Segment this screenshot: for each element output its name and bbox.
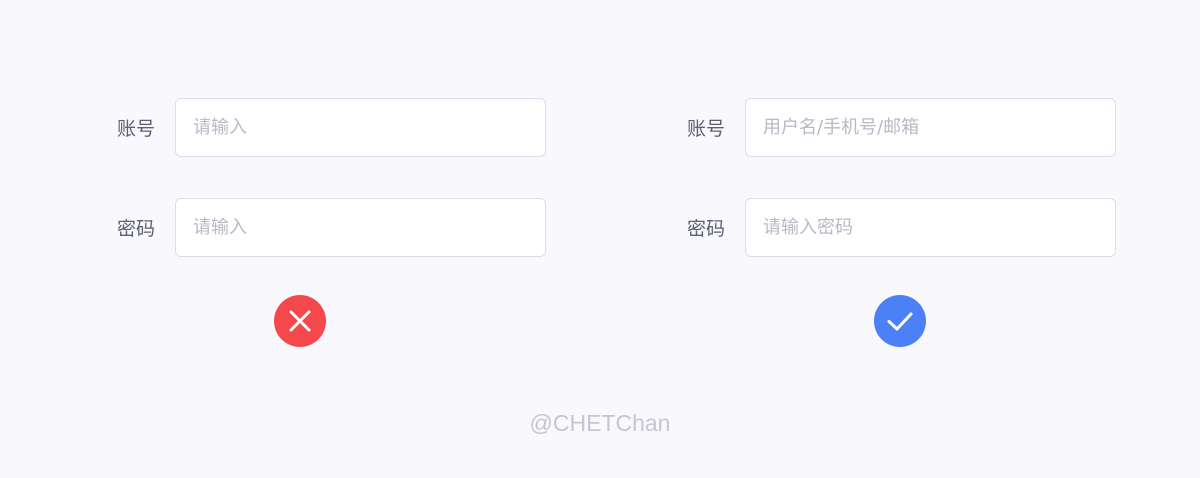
right-badge bbox=[874, 295, 926, 347]
bad-account-label: 账号 bbox=[116, 118, 155, 140]
good-account-label: 账号 bbox=[686, 118, 725, 140]
bad-password-label: 密码 bbox=[116, 218, 155, 240]
bad-password-input[interactable] bbox=[175, 198, 546, 257]
wrong-badge bbox=[274, 295, 326, 347]
author-credit: @CHETChan bbox=[529, 410, 671, 436]
good-account-input[interactable] bbox=[745, 98, 1116, 157]
bad-account-input[interactable] bbox=[175, 98, 546, 157]
close-icon bbox=[289, 310, 311, 332]
check-icon bbox=[887, 312, 913, 331]
good-password-label: 密码 bbox=[686, 218, 725, 240]
good-password-input[interactable] bbox=[745, 198, 1116, 257]
